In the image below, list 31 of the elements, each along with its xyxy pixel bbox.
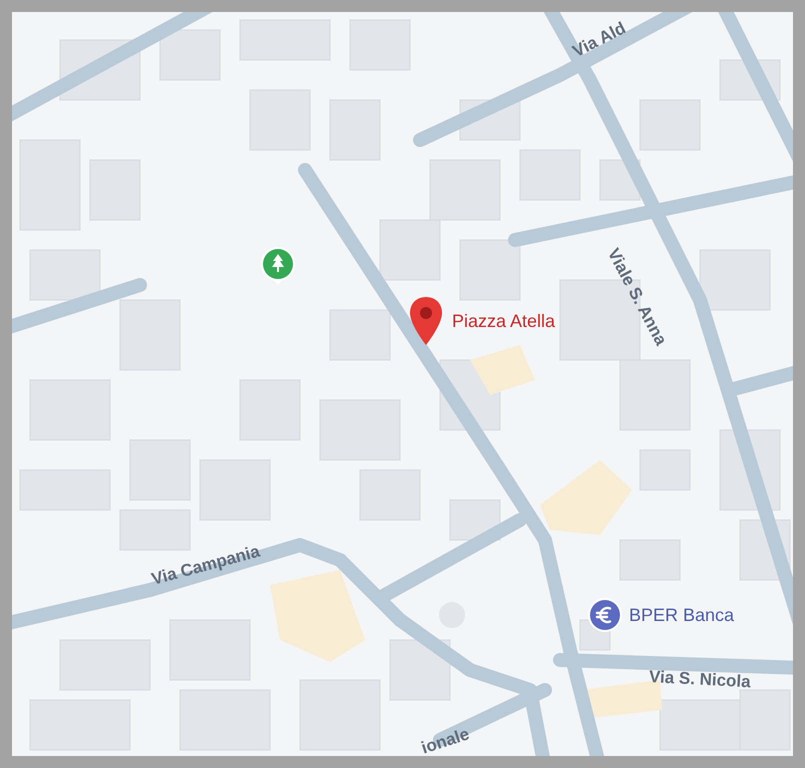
building xyxy=(240,380,300,440)
street-label: Viale S. Anna xyxy=(602,244,672,350)
building xyxy=(620,360,690,430)
building xyxy=(330,310,390,360)
street-label: Via Ald xyxy=(568,17,630,63)
building xyxy=(30,250,100,300)
building xyxy=(200,460,270,520)
euro-icon xyxy=(587,597,623,633)
building xyxy=(330,100,380,160)
building xyxy=(390,640,450,700)
building xyxy=(700,250,770,310)
building xyxy=(380,220,440,280)
building xyxy=(160,30,220,80)
building xyxy=(360,470,420,520)
place-label: BPER Banca xyxy=(629,604,734,626)
building xyxy=(640,100,700,150)
street-label: ionale xyxy=(418,723,473,756)
building xyxy=(520,150,580,200)
building xyxy=(430,160,500,220)
building xyxy=(640,450,690,490)
place-label: Piazza Atella xyxy=(452,310,556,332)
building xyxy=(90,160,140,220)
building xyxy=(250,90,310,150)
building xyxy=(460,240,520,300)
commercial-area xyxy=(470,345,535,395)
building xyxy=(350,20,410,70)
street-label: Via S. Nicola xyxy=(648,666,752,694)
tree-icon xyxy=(260,246,296,286)
building xyxy=(120,300,180,370)
building xyxy=(130,440,190,500)
building xyxy=(620,540,680,580)
